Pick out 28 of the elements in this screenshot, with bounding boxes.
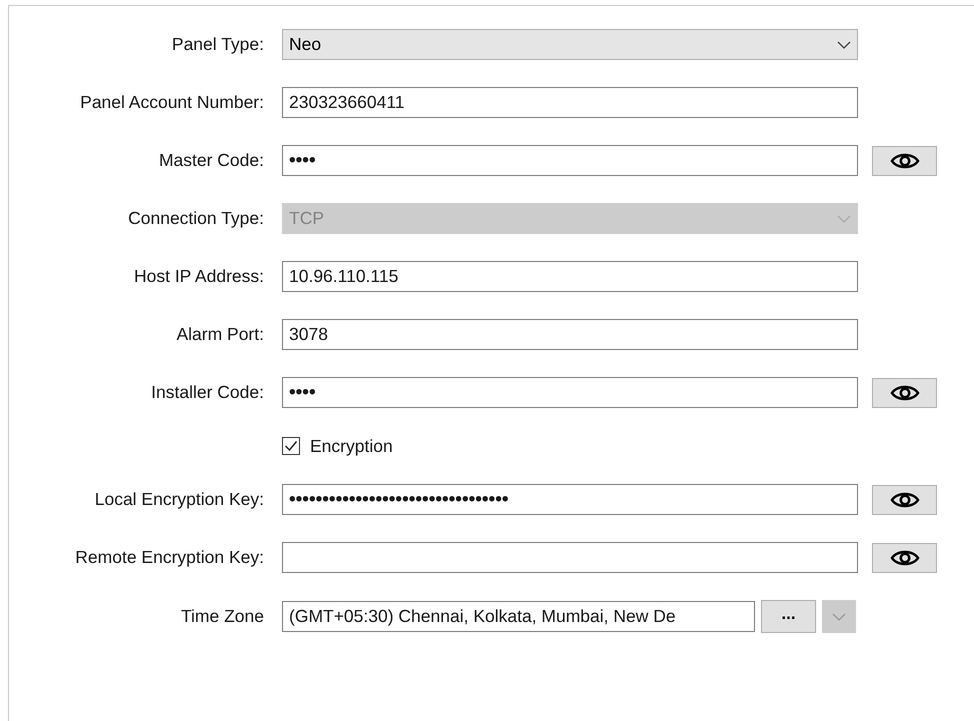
field-label: Local Encryption Key: — [94, 489, 264, 510]
show-password-button[interactable] — [872, 378, 937, 408]
password-field[interactable]: ••••••••••••••••••••••••••••••••• — [282, 484, 858, 515]
field-label: Panel Account Number: — [80, 92, 264, 113]
show-password-button[interactable] — [872, 542, 937, 572]
field-label: Remote Encryption Key: — [75, 547, 264, 568]
field-label: Master Code: — [158, 150, 264, 171]
field-label: Panel Type: — [172, 34, 264, 55]
show-password-button[interactable] — [872, 146, 937, 176]
password-field[interactable]: •••• — [282, 377, 858, 408]
encryption-checkbox[interactable]: Encryption — [282, 435, 858, 457]
dropdown[interactable]: Neo — [282, 29, 858, 60]
text-field[interactable]: 10.96.110.115 — [282, 261, 858, 292]
field-label: Installer Code: — [151, 382, 264, 403]
chevron-down-icon — [837, 40, 851, 48]
password-field[interactable] — [282, 542, 858, 573]
chevron-down-icon — [832, 612, 846, 620]
checkbox[interactable] — [282, 437, 300, 455]
password-field[interactable]: •••• — [282, 145, 858, 176]
show-password-button[interactable] — [872, 484, 937, 514]
checkmark-icon — [284, 440, 298, 452]
field-label: Connection Type: — [128, 208, 264, 229]
text-field[interactable]: 230323660411 — [282, 87, 858, 118]
text-field[interactable]: 3078 — [282, 319, 858, 350]
field-label: Alarm Port: — [176, 324, 264, 345]
field-label: Time Zone — [181, 606, 264, 627]
chevron-down-icon — [837, 214, 851, 222]
field-label: Host IP Address: — [134, 266, 264, 287]
